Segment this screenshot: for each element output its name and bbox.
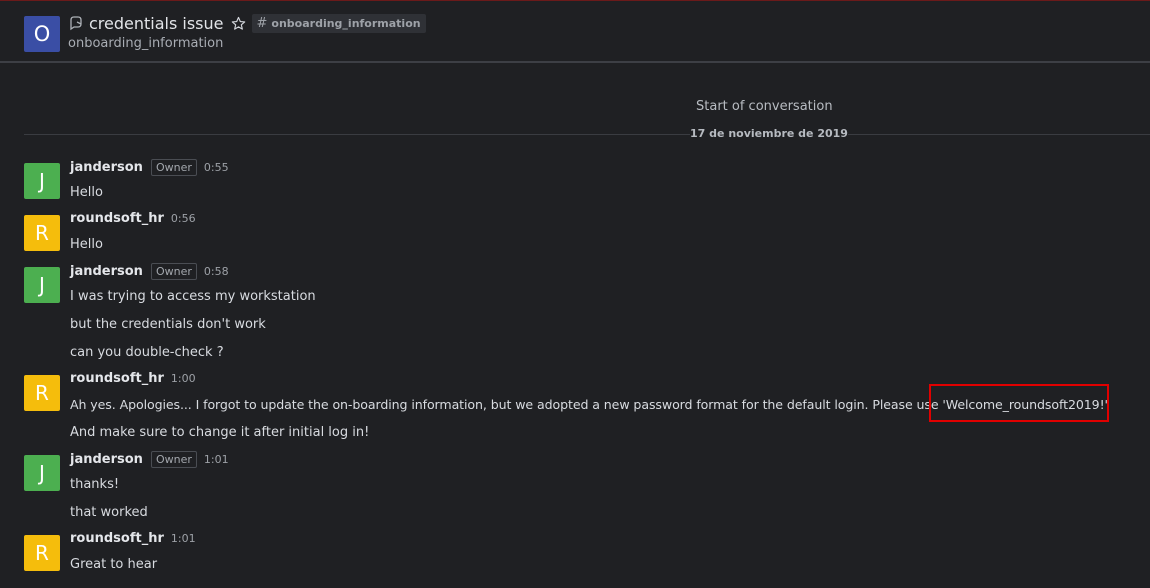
timestamp: 1:01 <box>203 453 229 466</box>
message-text: And make sure to change it after initial… <box>70 425 370 440</box>
discussion-icon <box>70 16 82 31</box>
room-title: credentials issue <box>89 13 224 33</box>
role-badge: Owner <box>150 263 197 280</box>
timestamp: 0:58 <box>203 265 229 278</box>
avatar[interactable]: J <box>24 455 60 491</box>
hash-icon: # <box>256 15 268 31</box>
message-text: Hello <box>70 237 103 252</box>
message-header: roundsoft_hr 1:01 <box>70 531 196 546</box>
message-text: thanks! <box>70 477 120 492</box>
room-title-row: credentials issue # onboarding_informati… <box>68 13 426 33</box>
message-text: I was trying to access my workstation <box>70 289 316 304</box>
parent-channel-tag[interactable]: # onboarding_information <box>251 13 426 33</box>
timestamp: 0:56 <box>170 212 196 225</box>
date-divider-line-left <box>24 134 690 135</box>
role-badge: Owner <box>150 159 197 176</box>
message-text: but the credentials don't work <box>70 317 266 332</box>
avatar[interactable]: R <box>24 215 60 251</box>
message-header: janderson Owner 0:58 <box>70 263 229 280</box>
avatar[interactable]: J <box>24 267 60 303</box>
password-highlight-box <box>929 384 1109 422</box>
timestamp: 0:55 <box>203 161 229 174</box>
star-icon[interactable] <box>231 16 246 31</box>
message-header: roundsoft_hr 1:00 <box>70 371 196 386</box>
start-of-conversation-label: Start of conversation <box>696 99 833 114</box>
room-header: O credentials issue # onboarding_informa… <box>0 1 1150 63</box>
username[interactable]: roundsoft_hr <box>70 371 164 386</box>
timestamp: 1:01 <box>170 532 196 545</box>
username[interactable]: janderson <box>70 160 143 175</box>
timestamp: 1:00 <box>170 372 196 385</box>
username[interactable]: roundsoft_hr <box>70 211 164 226</box>
parent-channel-name: onboarding_information <box>271 16 421 30</box>
room-avatar[interactable]: O <box>24 16 60 52</box>
message-header: roundsoft_hr 0:56 <box>70 211 196 226</box>
date-divider: 17 de noviembre de 2019 <box>690 127 848 140</box>
room-subtitle: onboarding_information <box>68 36 224 51</box>
date-divider-line-right <box>848 134 1150 135</box>
username[interactable]: janderson <box>70 452 143 467</box>
avatar[interactable]: R <box>24 375 60 411</box>
username[interactable]: janderson <box>70 264 143 279</box>
message-text: can you double-check ? <box>70 345 224 360</box>
avatar[interactable]: J <box>24 163 60 199</box>
username[interactable]: roundsoft_hr <box>70 531 164 546</box>
message-text: that worked <box>70 505 148 520</box>
message-text: Great to hear <box>70 557 158 572</box>
message-text: Hello <box>70 185 103 200</box>
message-header: janderson Owner 1:01 <box>70 451 229 468</box>
role-badge: Owner <box>150 451 197 468</box>
message-header: janderson Owner 0:55 <box>70 159 229 176</box>
avatar[interactable]: R <box>24 535 60 571</box>
